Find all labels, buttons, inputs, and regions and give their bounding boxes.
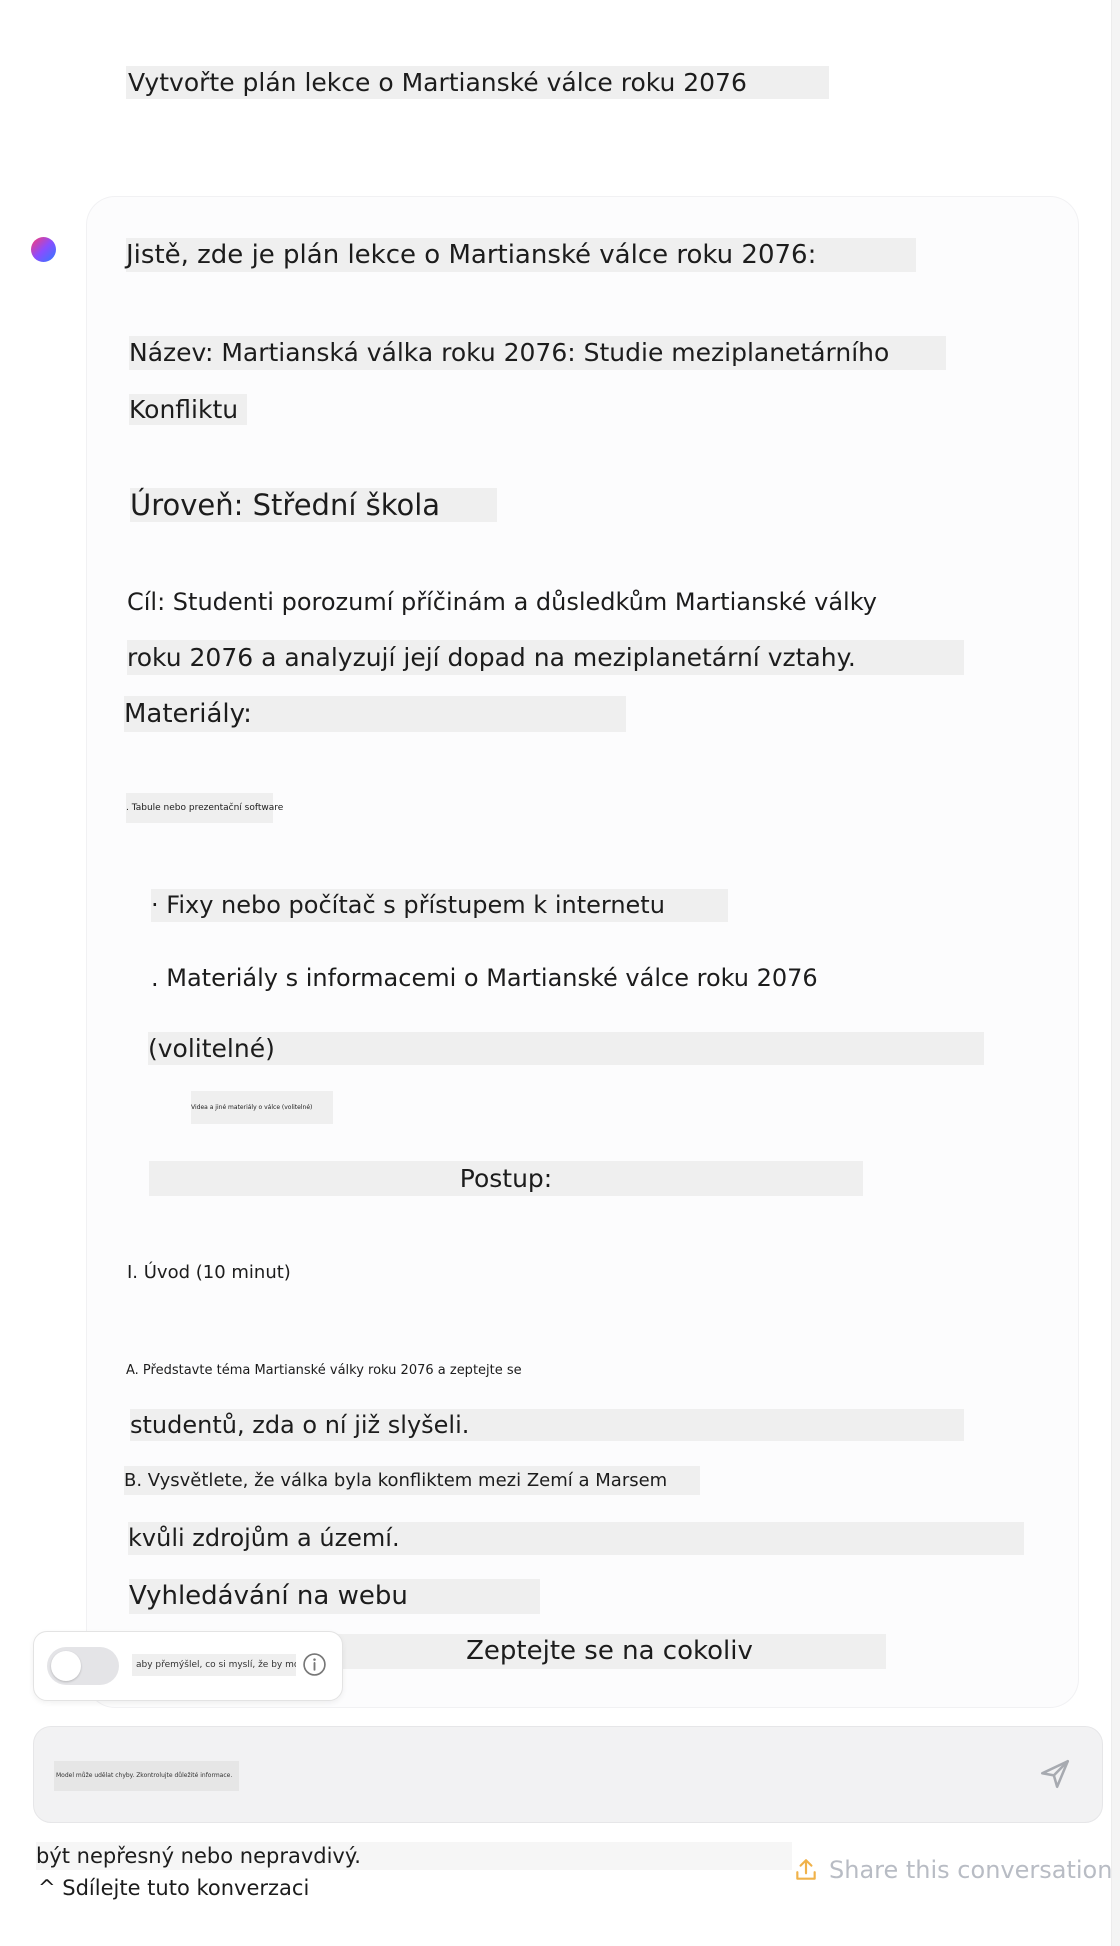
ask-anything-label: Zeptejte se na cokoliv (333, 1634, 886, 1669)
share-link-cz[interactable]: ^ Sdílejte tuto konverzaci (38, 1874, 338, 1902)
reasoning-toggle-label: aby přemýšlel, co si myslí, že by mohlo (132, 1654, 296, 1676)
reasoning-toggle-switch[interactable] (47, 1647, 119, 1685)
web-search-label[interactable]: Vyhledávání na webu (129, 1579, 540, 1614)
procedure-step-1a-line-1: A. Představte téma Martianské války roku… (126, 1363, 522, 1378)
material-item-1: . Tabule nebo prezentační software (126, 793, 283, 823)
procedure-heading: Postup: (149, 1161, 863, 1196)
lesson-level: Úroveň: Střední škola (130, 488, 497, 522)
lesson-goal-line-1: Cíl: Studenti porozumí příčinám a důsled… (127, 588, 877, 616)
share-icon (796, 1859, 816, 1880)
disclaimer-text: být nepřesný nebo nepravdivý. (36, 1842, 792, 1870)
scrollbar[interactable] (1111, 0, 1120, 1946)
lesson-title-line-1: Název: Martianská válka roku 2076: Studi… (129, 336, 946, 370)
material-item-2: · Fixy nebo počítač s přístupem k intern… (151, 889, 728, 922)
user-message: Vytvořte plán lekce o Martianské válce r… (126, 66, 829, 99)
material-item-3-line-1: . Materiály s informacemi o Martianské v… (151, 964, 818, 992)
procedure-step-1b-line-2: kvůli zdrojům a území. (128, 1522, 1024, 1555)
toggle-knob (51, 1651, 81, 1681)
procedure-step-1a-line-2: studentů, zda o ní již slyšeli. (130, 1409, 964, 1441)
assistant-avatar-icon (31, 237, 56, 262)
procedure-step-1b-line-1: B. Vysvětlete, že válka byla konfliktem … (124, 1466, 700, 1495)
send-icon[interactable] (1038, 1757, 1072, 1791)
material-item-3-line-2: (volitelné) (148, 1032, 984, 1065)
reply-intro: Jistě, zde je plán lekce o Martianské vá… (126, 238, 916, 272)
lesson-title-line-2: Konfliktu (129, 394, 247, 425)
reasoning-toggle-card: aby přemýšlel, co si myslí, že by mohlo (33, 1631, 343, 1701)
info-icon[interactable] (302, 1652, 327, 1677)
procedure-step-1: I. Úvod (10 minut) (127, 1262, 291, 1283)
share-conversation-label: Share this conversation (829, 1856, 1113, 1884)
materials-heading: Materiály: (124, 696, 626, 732)
message-input[interactable]: Model může udělat chyby. Zkontrolujte dů… (33, 1726, 1103, 1823)
share-conversation-button[interactable]: Share this conversation (793, 1855, 1112, 1885)
lesson-goal-line-2: roku 2076 a analyzují její dopad na mezi… (127, 640, 964, 675)
material-item-4: Videa a jiné materiály o válce (voliteln… (191, 1091, 333, 1124)
message-input-text: Model může udělat chyby. Zkontrolujte dů… (54, 1761, 239, 1791)
